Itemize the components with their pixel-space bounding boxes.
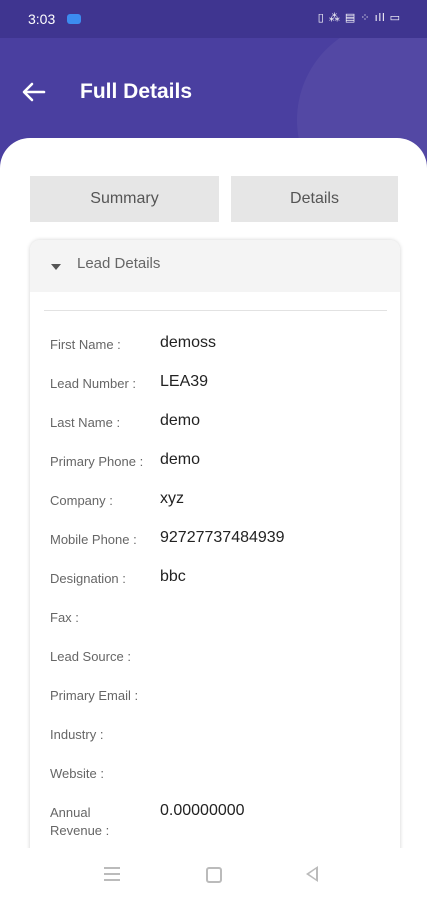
field-value: demo <box>160 412 201 429</box>
caret-down-icon <box>51 264 61 270</box>
nav-back-icon[interactable] <box>306 866 318 882</box>
field-value: demoss <box>160 334 217 351</box>
field-value: bbc <box>160 568 186 585</box>
field-label: Last Name : <box>50 415 121 430</box>
field-label: Industry : <box>50 727 104 742</box>
field-label: Primary Email : <box>50 688 139 703</box>
menu-icon[interactable] <box>104 867 120 881</box>
status-time: 3:03 <box>28 11 56 27</box>
lead-details-card: Lead Details First Name : demoss Lead Nu… <box>30 240 400 860</box>
system-nav-bar <box>0 848 427 900</box>
field-value: 0.00000000 <box>160 802 245 819</box>
field-label: Primary Phone : <box>50 454 144 469</box>
field-label: Company : <box>50 493 113 508</box>
tab-summary[interactable]: Summary <box>30 176 219 222</box>
field-value: LEA39 <box>160 373 209 390</box>
field-label: Website : <box>50 766 104 781</box>
home-icon[interactable] <box>206 867 222 883</box>
cloud-notification-icon <box>67 14 81 24</box>
field-value: 92727737484939 <box>160 529 285 546</box>
field-label: Lead Source : <box>50 649 131 664</box>
field-label: Lead Number : <box>50 376 136 391</box>
lead-details-toggle[interactable]: Lead Details <box>30 240 400 292</box>
back-arrow-icon[interactable] <box>20 78 48 106</box>
status-bar: 3:03 ▯ ⁂ ▤ ⁘ ıll ▭ <box>0 0 427 38</box>
field-label: Annual Revenue : <box>50 805 110 838</box>
page-title: Full Details <box>80 80 193 103</box>
tab-details[interactable]: Details <box>231 176 398 222</box>
field-label: Designation : <box>50 571 126 586</box>
field-label: First Name : <box>50 337 121 352</box>
field-value: demo <box>160 451 201 468</box>
field-value: xyz <box>160 490 184 507</box>
status-icons: ▯ ⁂ ▤ ⁘ ıll ▭ <box>317 12 401 24</box>
divider <box>44 310 387 311</box>
field-label: Fax : <box>50 610 79 625</box>
section-title: Lead Details <box>77 255 161 272</box>
field-label: Mobile Phone : <box>50 532 137 547</box>
